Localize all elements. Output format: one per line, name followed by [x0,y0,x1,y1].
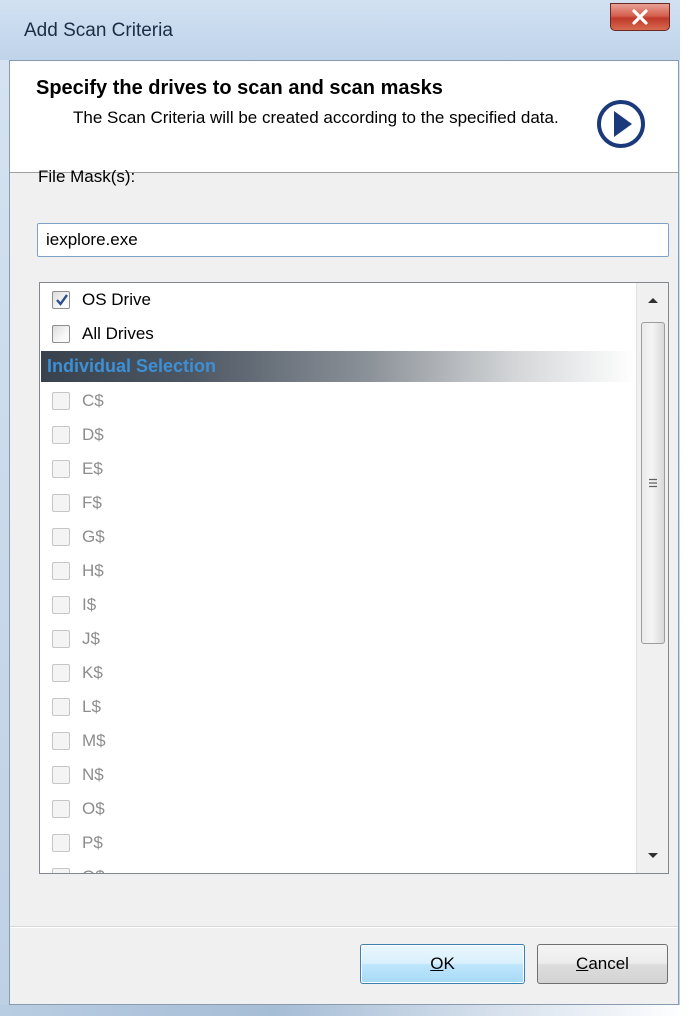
drive-checkbox [52,392,70,410]
drive-label: P$ [82,833,103,852]
header-title: Specify the drives to scan and scan mask… [36,77,443,99]
os-drive-checkbox[interactable] [52,291,70,309]
scroll-thumb[interactable] [641,322,665,644]
drive-label: Q$ [82,867,105,873]
drive-checkbox [52,562,70,580]
drive-checkbox [52,426,70,444]
list-item-os-drive[interactable]: OS Drive [40,283,635,317]
scroll-grip-icon [649,478,657,488]
wizard-header: Specify the drives to scan and scan mask… [10,61,678,173]
scroll-down-button[interactable] [637,839,668,873]
list-item: N$ [40,758,635,792]
ok-button[interactable]: OK [360,944,525,984]
individual-selection-header: Individual Selection [41,351,635,382]
vertical-scrollbar[interactable] [636,283,668,873]
drive-checkbox [52,698,70,716]
all-drives-checkbox[interactable] [52,325,70,343]
list-item: P$ [40,826,635,860]
list-item: K$ [40,656,635,690]
drive-checkbox [52,630,70,648]
drive-checkbox [52,596,70,614]
drive-label: N$ [82,765,104,784]
drive-checkbox [52,732,70,750]
list-item: C$ [40,384,635,418]
list-item: F$ [40,486,635,520]
drive-label: K$ [82,663,103,682]
all-drives-label: All Drives [82,324,154,343]
scroll-down-arrow-icon [648,853,658,858]
cancel-button-mnemonic: C [576,954,589,973]
list-item: Q$ [40,860,635,873]
cancel-button-label: ancel [588,954,629,973]
footer-separator [10,926,678,928]
window-bottom-edge [0,1005,689,1016]
file-mask-input[interactable] [37,223,669,257]
drive-checkbox [52,800,70,818]
drive-label: E$ [82,459,103,478]
drive-label: F$ [82,493,102,512]
list-item: M$ [40,724,635,758]
drive-checkbox [52,766,70,784]
os-drive-label: OS Drive [82,290,151,309]
header-subtitle: The Scan Criteria will be created accord… [73,108,559,127]
cancel-button[interactable]: Cancel [537,944,668,984]
next-arrow-icon [597,100,645,148]
list-item: D$ [40,418,635,452]
file-mask-label: File Mask(s): [38,167,136,186]
ok-button-label: K [443,954,455,973]
drive-list[interactable]: OS Drive All Drives Individual Selection… [39,282,669,874]
drive-label: I$ [82,595,97,614]
drive-label: M$ [82,731,106,750]
individual-selection-label: Individual Selection [47,356,217,376]
title-bar[interactable]: Add Scan Criteria [0,0,680,60]
drive-label: J$ [82,629,100,648]
drive-label: D$ [82,425,104,444]
close-x-icon [632,9,648,25]
list-item: I$ [40,588,635,622]
ok-button-mnemonic: O [430,954,444,973]
drive-label: C$ [82,391,104,410]
drive-checkbox [52,460,70,478]
drive-label: L$ [82,697,101,716]
drive-checkbox [52,834,70,852]
scroll-up-arrow-icon [648,298,658,303]
list-item: J$ [40,622,635,656]
checkmark-icon [56,294,68,306]
drive-label: H$ [82,561,104,580]
list-item: G$ [40,520,635,554]
list-item: H$ [40,554,635,588]
window-title: Add Scan Criteria [24,20,173,41]
close-button[interactable] [610,3,670,31]
window-frame-edge [680,0,689,1016]
drive-checkbox [52,494,70,512]
list-item: L$ [40,690,635,724]
drive-label: O$ [82,799,105,818]
list-item: E$ [40,452,635,486]
drive-checkbox [52,868,70,873]
drive-checkbox [52,528,70,546]
drive-checkbox [52,664,70,682]
drive-label: G$ [82,527,105,546]
list-item-all-drives[interactable]: All Drives [40,317,635,351]
scroll-up-button[interactable] [637,283,668,317]
list-item: O$ [40,792,635,826]
